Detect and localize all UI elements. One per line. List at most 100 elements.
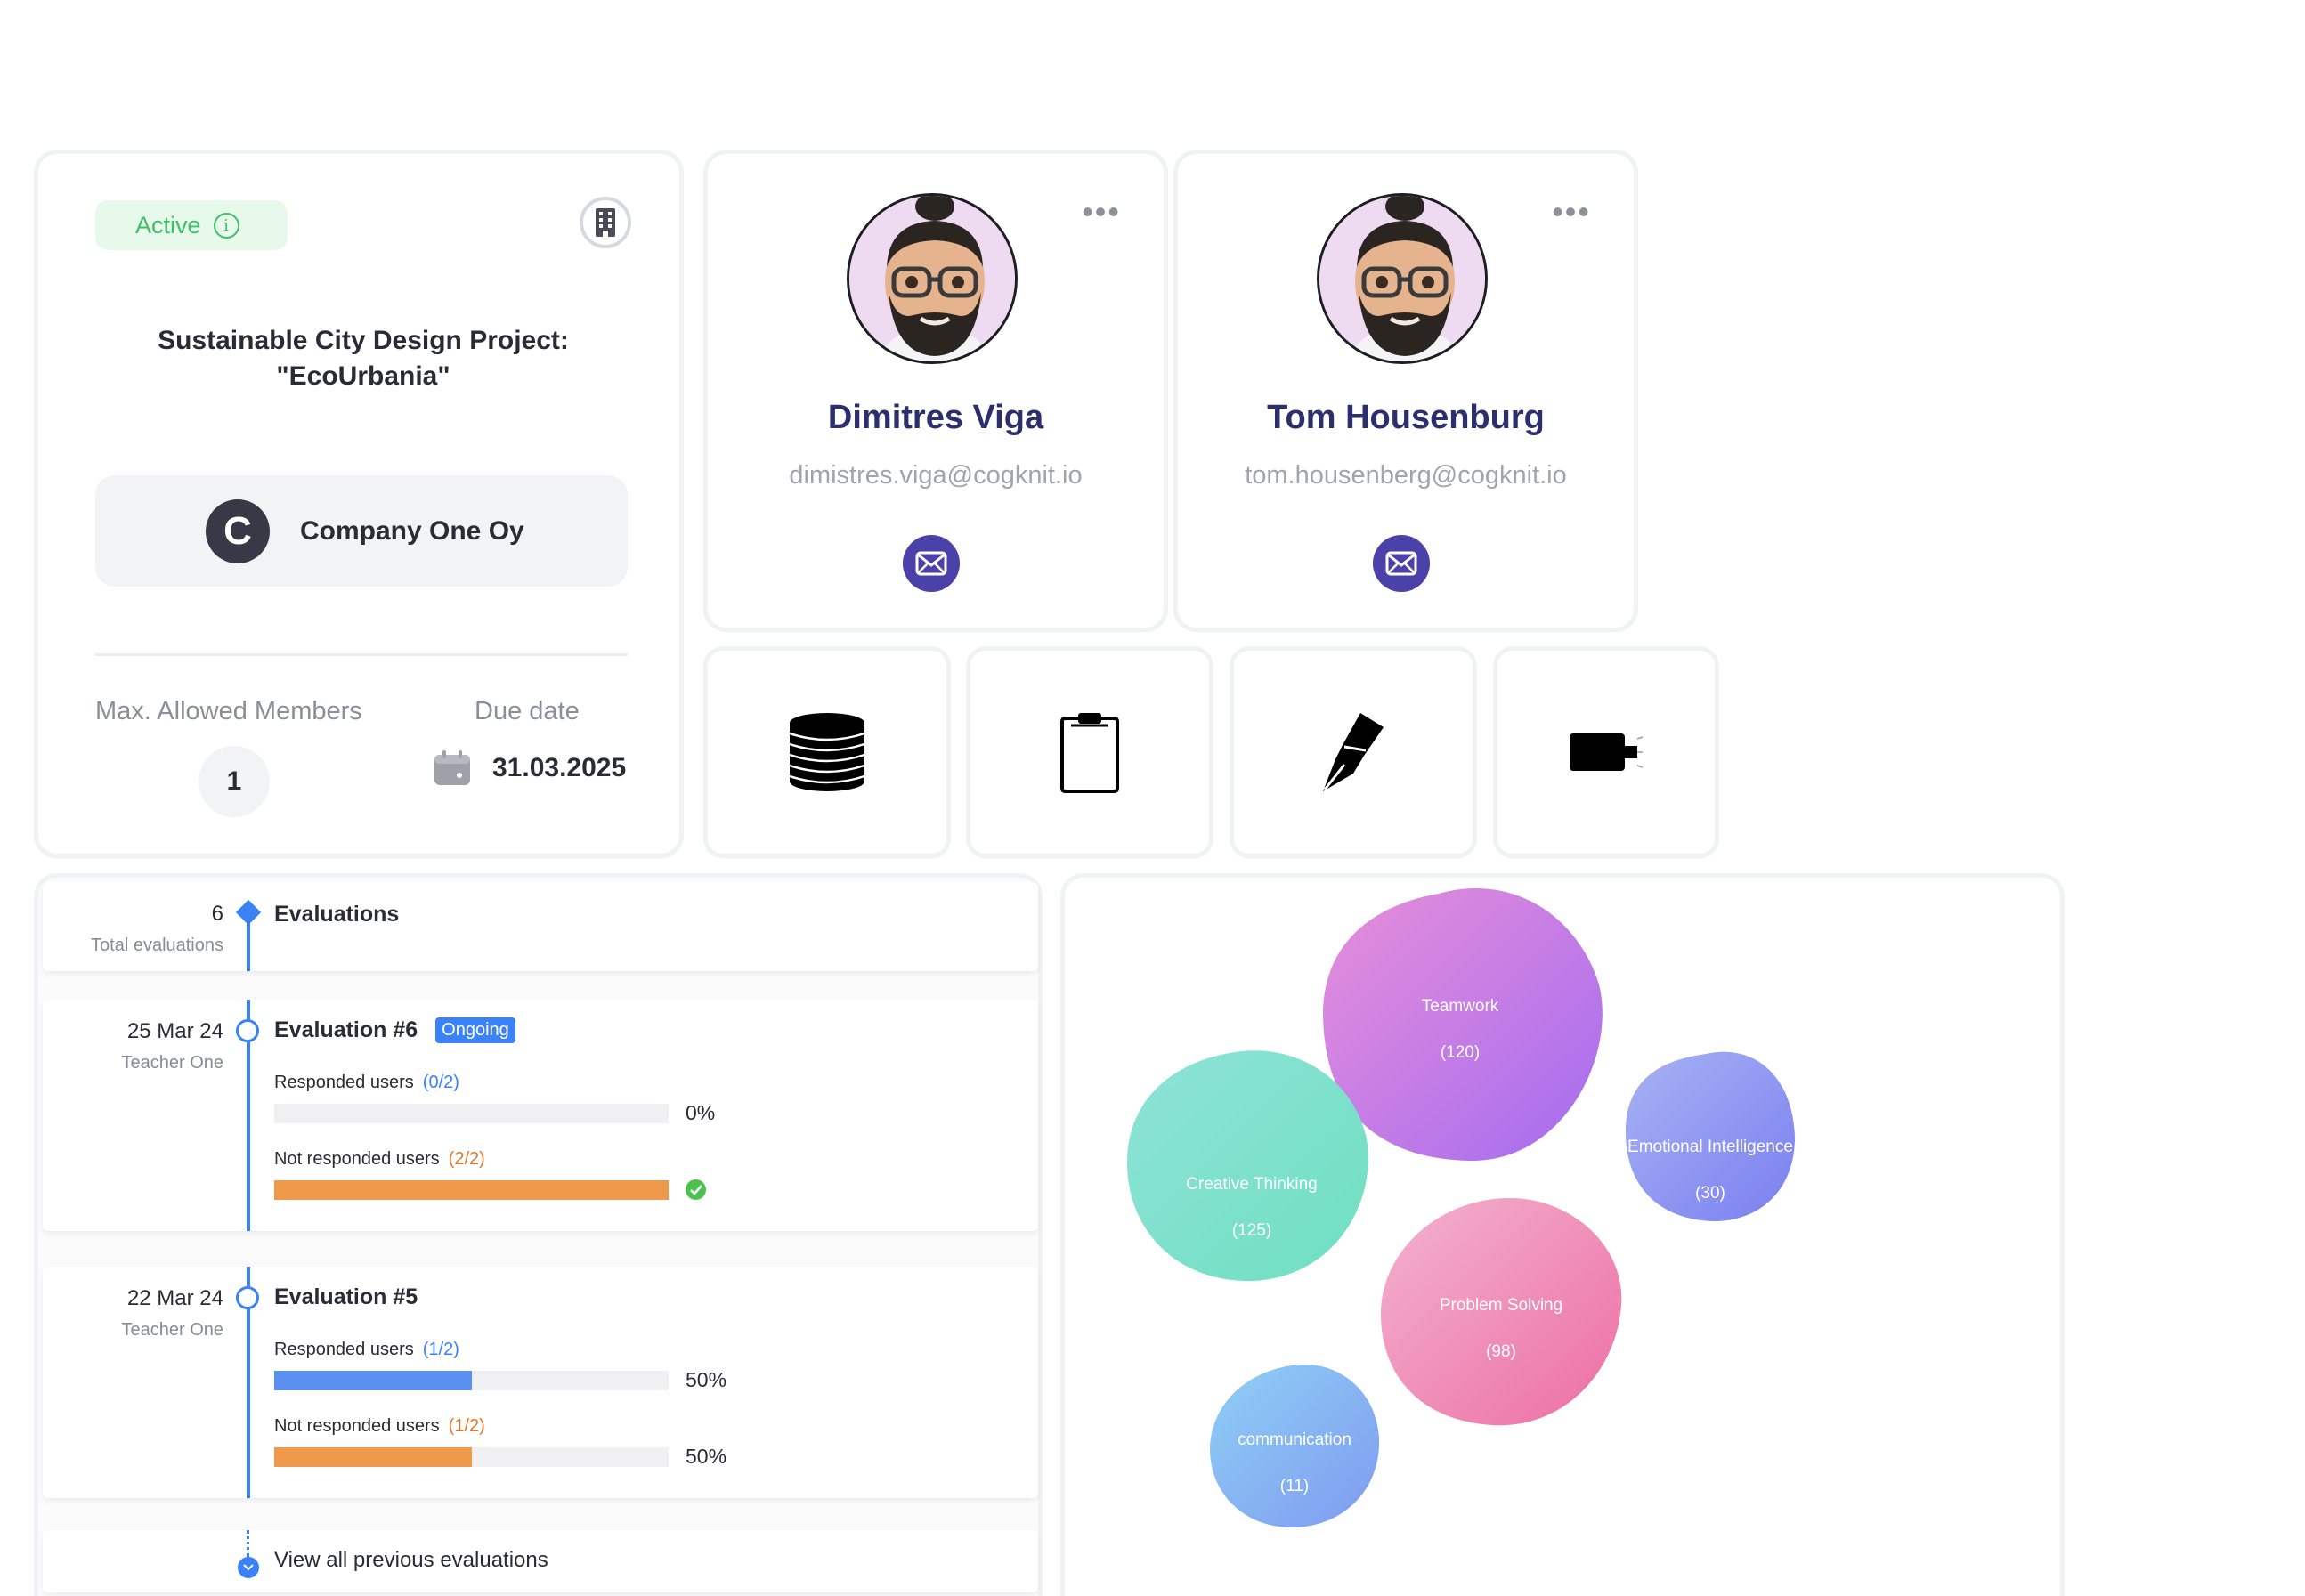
more-options-icon[interactable]: •••: [1082, 196, 1121, 228]
person-email[interactable]: dimistres.viga@cogknit.io: [708, 461, 1164, 490]
evaluation-item[interactable]: 22 Mar 24 Teacher One Evaluation #5 Resp…: [43, 1267, 1038, 1498]
building-icon: [596, 208, 615, 237]
view-all-evaluations-link[interactable]: View all previous evaluations: [43, 1530, 1038, 1592]
evaluation-teacher: Teacher One: [121, 1053, 223, 1073]
responded-progress-fill: [274, 1371, 472, 1390]
evaluation-name: Evaluation #5: [274, 1284, 418, 1309]
not-responded-count: (1/2): [448, 1416, 485, 1436]
info-icon[interactable]: i: [213, 212, 239, 239]
avatar: [847, 193, 1018, 364]
skills-bubble-chart: Teamwork (120) Emotional Intelligence (3…: [1127, 887, 1795, 1527]
responded-users-label: Responded users (0/2): [274, 1073, 459, 1093]
total-evaluations-count: 6: [211, 902, 223, 926]
skills-bubble-panel: Teamwork (120) Emotional Intelligence (3…: [1060, 873, 2065, 1596]
timeline-dotted-line: [247, 1530, 249, 1557]
video-camera-icon: [1570, 733, 1644, 771]
max-members-label: Max. Allowed Members: [95, 697, 362, 725]
status-label: Active: [135, 211, 201, 239]
not-responded-progress-bar: [274, 1180, 669, 1200]
mail-icon: [915, 551, 947, 576]
timeline-line: [247, 918, 250, 971]
bubble-count: (120): [1441, 1043, 1480, 1062]
company-avatar: C: [206, 498, 270, 563]
person-card: ••• Dimitres Viga dimistres.viga@cogknit…: [703, 150, 1168, 632]
timeline-diamond-icon: [235, 899, 262, 926]
person-card: ••• Tom Housenburg tom.housenberg@cogkni…: [1173, 150, 1638, 632]
company-chip[interactable]: C Company One Oy: [95, 475, 628, 587]
bubble-creative-thinking[interactable]: [1127, 1050, 1368, 1282]
evaluation-teacher: Teacher One: [121, 1320, 223, 1340]
evaluation-date: 22 Mar 24: [126, 1286, 223, 1310]
not-responded-progress-fill: [274, 1447, 472, 1467]
timeline-node-icon: [236, 1286, 259, 1309]
timeline-node-icon: [236, 1019, 259, 1042]
responded-progress-bar: [274, 1104, 669, 1123]
tool-tile-clipboard[interactable]: [966, 646, 1213, 858]
responded-percent: 0%: [686, 1101, 716, 1124]
building-button[interactable]: [580, 197, 631, 248]
not-responded-percent: 50%: [686, 1445, 727, 1468]
responded-count: (0/2): [422, 1073, 459, 1092]
more-options-icon[interactable]: •••: [1552, 196, 1591, 228]
due-date-row: 31.03.2025: [434, 750, 626, 786]
max-members-value: 1: [199, 746, 270, 817]
due-date-value: 31.03.2025: [492, 753, 627, 782]
tool-tile-pen[interactable]: [1230, 646, 1477, 858]
evaluation-meta: 22 Mar 24 Teacher One: [121, 1286, 223, 1341]
evaluation-title: Evaluation #5: [274, 1284, 418, 1310]
project-card: Active i Sustainable City Design Project…: [34, 150, 684, 858]
bubble-count: (11): [1280, 1477, 1309, 1495]
responded-label-text: Responded users: [274, 1073, 414, 1092]
evaluation-title: Evaluation #6 Ongoing: [274, 1017, 515, 1043]
evaluations-heading: Evaluations: [274, 902, 400, 927]
bubble-label: Teamwork: [1422, 997, 1499, 1016]
responded-count: (1/2): [422, 1340, 459, 1359]
pen-nib-icon: [1323, 713, 1384, 791]
not-responded-progress-bar: [274, 1447, 669, 1467]
calendar-icon: [434, 750, 470, 785]
database-stack-icon: [789, 713, 865, 791]
responded-progress-bar: [274, 1371, 669, 1390]
bubble-label: communication: [1238, 1430, 1351, 1449]
ongoing-badge: Ongoing: [435, 1017, 515, 1043]
bubble-count: (30): [1695, 1184, 1725, 1203]
send-email-button[interactable]: [903, 535, 960, 592]
check-icon: [686, 1179, 706, 1200]
responded-users-label: Responded users (1/2): [274, 1340, 459, 1360]
bubble-label: Creative Thinking: [1186, 1175, 1318, 1194]
not-responded-count: (2/2): [448, 1149, 485, 1169]
evaluation-name: Evaluation #6: [274, 1017, 418, 1042]
due-date-label: Due date: [475, 697, 580, 725]
bubble-teamwork[interactable]: [1323, 887, 1603, 1162]
view-all-label[interactable]: View all previous evaluations: [274, 1548, 548, 1573]
clipboard-icon: [1060, 713, 1119, 793]
person-email[interactable]: tom.housenberg@cogknit.io: [1178, 461, 1634, 490]
evaluations-panel: 6 Total evaluations Evaluations 25 Mar 2…: [34, 873, 1043, 1596]
bubble-label: Emotional Intelligence: [1627, 1138, 1793, 1156]
bubble-count: (98): [1486, 1342, 1516, 1361]
person-name: Dimitres Viga: [827, 399, 1044, 436]
tool-tile-video[interactable]: [1493, 646, 1719, 858]
chevron-down-icon: [238, 1557, 259, 1578]
responded-percent: 50%: [686, 1368, 727, 1391]
total-evaluations-label: Total evaluations: [91, 936, 223, 955]
tool-tile-database[interactable]: [703, 646, 951, 858]
status-badge: Active i: [95, 200, 288, 250]
project-title: Sustainable City Design Project: "EcoUrb…: [74, 323, 653, 394]
not-responded-progress-fill: [274, 1180, 669, 1200]
bubble-label: Problem Solving: [1440, 1296, 1562, 1315]
not-responded-label-text: Not responded users: [274, 1416, 440, 1436]
responded-label-text: Responded users: [274, 1340, 414, 1359]
project-title-line2: "EcoUrbania": [276, 361, 450, 391]
not-responded-users-label: Not responded users (1/2): [274, 1416, 485, 1437]
evaluations-summary: 6 Total evaluations Evaluations: [43, 882, 1038, 971]
avatar: [1317, 193, 1488, 364]
send-email-button[interactable]: [1373, 535, 1430, 592]
company-name: Company One Oy: [300, 515, 524, 546]
divider: [95, 653, 628, 656]
project-title-line1: Sustainable City Design Project:: [158, 326, 569, 355]
evaluation-date: 25 Mar 24: [126, 1019, 223, 1043]
evaluation-item[interactable]: 25 Mar 24 Teacher One Evaluation #6 Ongo…: [43, 1000, 1038, 1231]
evaluation-meta: 25 Mar 24 Teacher One: [121, 1019, 223, 1073]
summary-left: 6 Total evaluations: [91, 902, 223, 956]
